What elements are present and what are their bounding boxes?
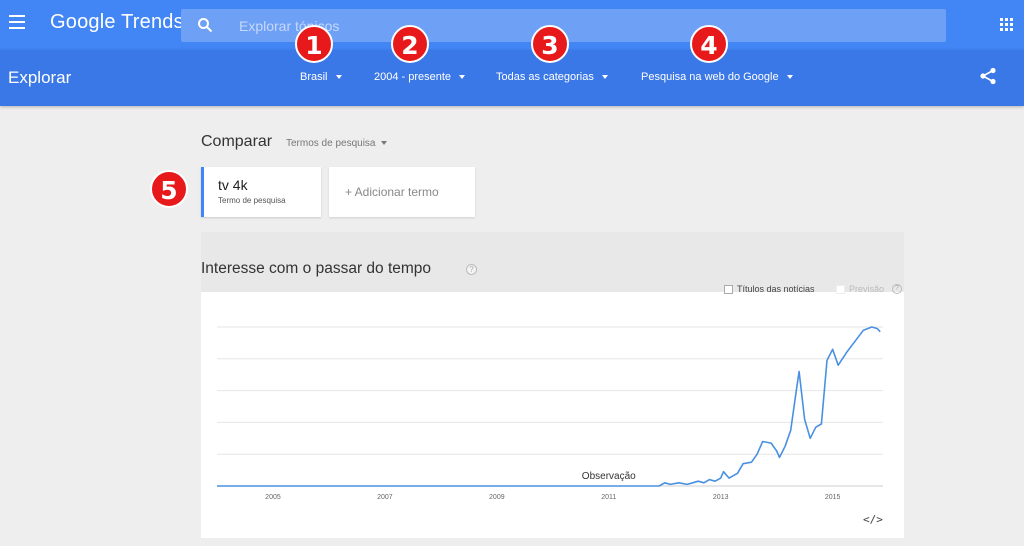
chevron-down-icon [786, 75, 793, 80]
interest-over-time-title: Interesse com o passar do tempo [201, 260, 432, 277]
compare-type-label: Termos de pesquisa [286, 138, 376, 149]
interest-line-chart: 2005 2007 2009 2011 2013 2015 Observação [217, 326, 883, 501]
explore-toolbar: Explorar Brasil 2004 - presente Todas as… [0, 50, 1024, 106]
x-tick-label: 2013 [713, 494, 729, 501]
filter-search-type-dropdown[interactable]: Pesquisa na web do Google [641, 71, 793, 83]
hamburger-menu-icon[interactable] [9, 15, 25, 29]
chart-annotation[interactable]: Observação [582, 471, 636, 482]
x-tick-label: 2007 [377, 494, 393, 501]
filter-region-label: Brasil [300, 71, 328, 83]
checkbox-icon [836, 285, 845, 295]
forecast-label: Previsão [849, 284, 885, 294]
number-badge-1: 1 [295, 25, 333, 63]
forecast-checkbox[interactable]: Previsão [836, 284, 885, 295]
x-tick-label: 2005 [265, 494, 281, 501]
news-headlines-label: Títulos das notícias [737, 284, 815, 294]
add-term-label: + Adicionar termo [345, 185, 439, 199]
filter-time-dropdown[interactable]: 2004 - presente [374, 71, 466, 83]
search-term-type: Termo de pesquisa [218, 196, 286, 205]
chevron-down-icon [380, 141, 387, 146]
chevron-down-icon [601, 75, 608, 80]
page-title: Explorar [8, 68, 72, 87]
number-badge-4: 4 [690, 25, 728, 63]
search-term-name: tv 4k [218, 177, 248, 193]
top-app-bar: Google Trends [0, 0, 1024, 50]
add-term-button[interactable]: + Adicionar termo [329, 167, 475, 217]
apps-grid-icon[interactable] [1000, 18, 1013, 31]
number-badge-2: 2 [391, 25, 429, 63]
compare-type-dropdown[interactable]: Termos de pesquisa [286, 138, 387, 149]
filter-search-type-label: Pesquisa na web do Google [641, 71, 779, 83]
filter-time-label: 2004 - presente [374, 71, 452, 83]
search-term-card[interactable]: tv 4k Termo de pesquisa [201, 167, 321, 217]
x-tick-label: 2011 [601, 494, 616, 501]
number-badge-3: 3 [531, 25, 569, 63]
help-icon[interactable]: ? [466, 264, 477, 275]
chevron-down-icon [459, 75, 466, 80]
news-headlines-checkbox[interactable]: Títulos das notícias [724, 284, 815, 295]
google-trends-logo[interactable]: Google Trends [50, 11, 184, 34]
checkbox-icon [724, 285, 733, 295]
search-input[interactable] [239, 15, 929, 37]
x-tick-label: 2015 [825, 494, 841, 501]
filter-category-label: Todas as categorias [496, 71, 594, 83]
x-tick-label: 2009 [489, 494, 505, 501]
chevron-down-icon [335, 75, 342, 80]
share-icon[interactable] [979, 67, 997, 85]
filter-region-dropdown[interactable]: Brasil [300, 71, 342, 83]
legend-help-icon[interactable]: ? [892, 284, 902, 294]
compare-heading: Comparar [201, 133, 273, 150]
filter-category-dropdown[interactable]: Todas as categorias [496, 71, 608, 83]
number-badge-5: 5 [150, 170, 188, 208]
embed-code-icon[interactable]: </> [863, 513, 883, 526]
search-icon [198, 18, 213, 33]
series-line[interactable] [217, 326, 881, 487]
